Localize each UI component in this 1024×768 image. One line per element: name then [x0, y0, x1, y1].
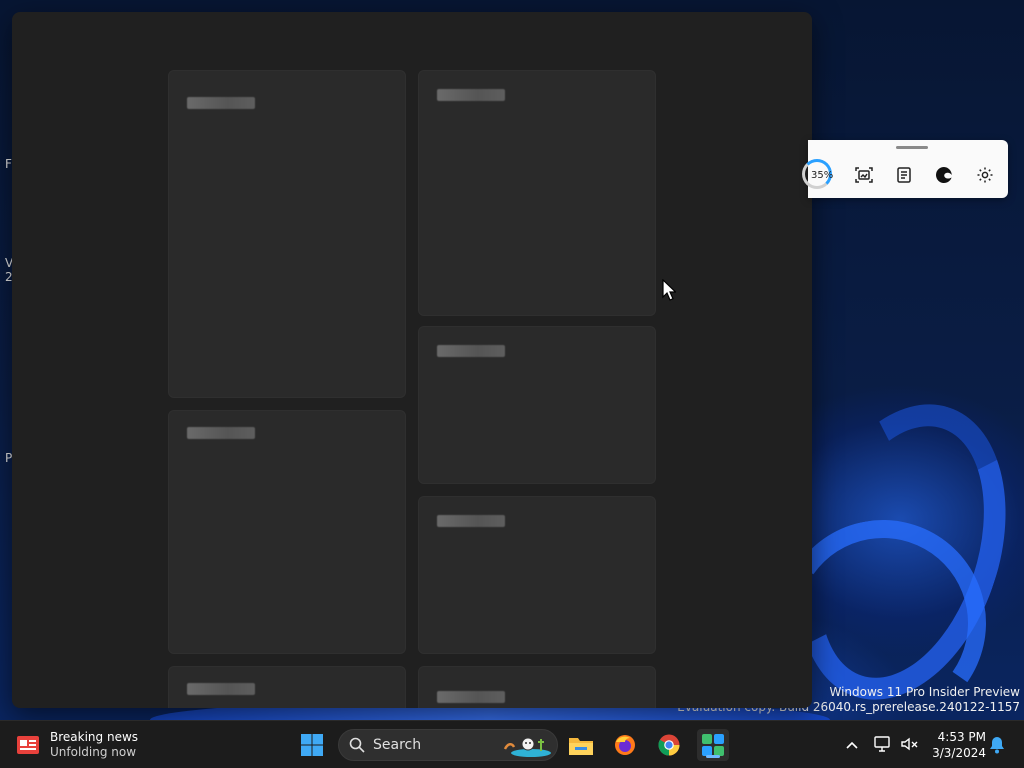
notepad-icon: [897, 167, 911, 183]
widget-card-loading[interactable]: [418, 666, 656, 708]
widget-card-loading[interactable]: [418, 70, 656, 316]
drag-handle[interactable]: [896, 146, 928, 149]
loading-placeholder: [437, 515, 505, 527]
news-widget-button[interactable]: Breaking news Unfolding now: [16, 727, 138, 763]
firefox-button[interactable]: [609, 729, 641, 761]
mouse-cursor-icon: [662, 279, 676, 301]
taskbar-search-box[interactable]: Search: [338, 729, 558, 761]
show-hidden-icons-chevron-up-icon[interactable]: [842, 735, 862, 755]
screen-capture-button[interactable]: [853, 164, 875, 186]
loading-placeholder: [187, 683, 255, 695]
notepad-button[interactable]: [893, 164, 915, 186]
loading-placeholder: [187, 427, 255, 439]
chrome-icon: [658, 734, 680, 756]
widget-card-loading[interactable]: [418, 326, 656, 484]
chrome-button[interactable]: [653, 729, 685, 761]
settings-button[interactable]: [974, 164, 996, 186]
widget-card-loading[interactable]: [418, 496, 656, 654]
widget-card-loading[interactable]: [168, 70, 406, 398]
volume-muted-icon[interactable]: [899, 734, 919, 754]
progress-label: 35%: [811, 169, 834, 181]
file-explorer-icon: [569, 738, 593, 755]
loading-placeholder: [437, 345, 505, 357]
settings-icon: [977, 167, 993, 183]
loading-placeholder: [437, 691, 505, 703]
start-icon: [301, 734, 323, 756]
floating-toolbar: 35%: [802, 140, 1008, 198]
network-icon[interactable]: [873, 734, 893, 754]
notification-bell-icon[interactable]: [987, 735, 1007, 755]
screen-capture-icon: [855, 167, 873, 183]
search-icon: [349, 737, 365, 753]
file-explorer-button[interactable]: [565, 729, 597, 761]
news-subtitle: Unfolding now: [50, 745, 137, 759]
search-label: Search: [373, 737, 422, 753]
widgets-board: [12, 12, 812, 708]
taskbar: Breaking news Unfolding now Search 4:53 …: [0, 720, 1024, 768]
start-button[interactable]: [296, 729, 328, 761]
desktop-icon-label-fragment[interactable]: F: [5, 157, 12, 171]
edge-icon: [936, 167, 952, 183]
clock-time: 4:53 PM: [937, 730, 986, 744]
widgets-app-button[interactable]: [697, 729, 729, 761]
active-app-indicator: [706, 755, 720, 758]
search-highlight-illustration-icon: [503, 737, 551, 757]
system-clock[interactable]: 4:53 PM 3/3/2024: [928, 729, 986, 761]
news-icon: [17, 736, 39, 754]
widget-card-loading[interactable]: [168, 410, 406, 654]
edge-button[interactable]: [933, 164, 955, 186]
loading-placeholder: [187, 97, 255, 109]
firefox-icon: [615, 735, 635, 755]
widget-card-loading[interactable]: [168, 666, 406, 708]
loading-placeholder: [437, 89, 505, 101]
news-headline: Breaking news: [50, 730, 139, 744]
clock-date: 3/3/2024: [932, 746, 986, 760]
